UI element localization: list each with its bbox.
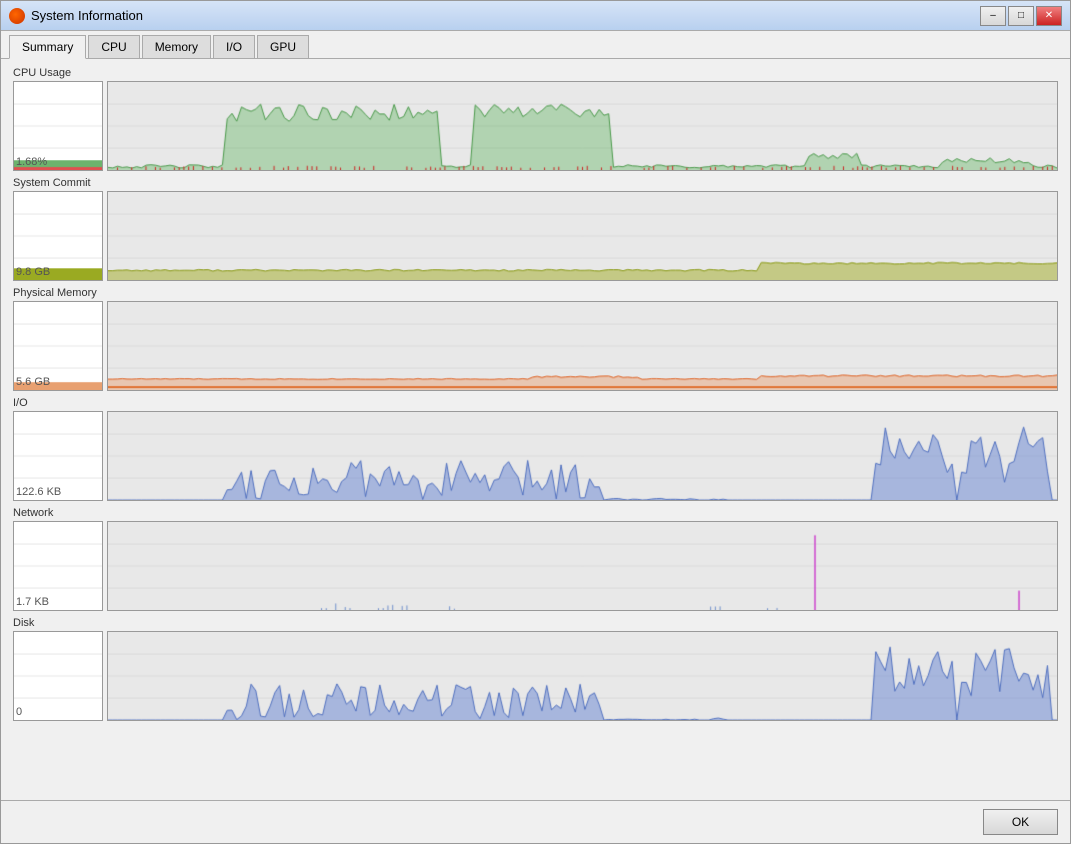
section-disk: Disk 0 (13, 617, 1058, 721)
io-title: I/O (13, 397, 1058, 409)
memory-main-graph (107, 301, 1058, 391)
physical-memory-title: Physical Memory (13, 287, 1058, 299)
tab-gpu[interactable]: GPU (257, 35, 309, 58)
commit-main-canvas (108, 192, 1057, 280)
main-window: System Information – □ ✕ Summary CPU Mem… (0, 0, 1071, 844)
network-main-canvas (108, 522, 1057, 610)
io-value: 122.6 KB (16, 486, 61, 498)
section-io: I/O 122.6 KB (13, 397, 1058, 501)
cpu-usage-title: CPU Usage (13, 67, 1058, 79)
maximize-button[interactable]: □ (1008, 6, 1034, 26)
section-physical-memory: Physical Memory 5.6 GB (13, 287, 1058, 391)
system-commit-row: 9.8 GB (13, 191, 1058, 281)
window-title: System Information (31, 8, 143, 23)
title-controls: – □ ✕ (980, 6, 1062, 26)
disk-mini-canvas (14, 632, 102, 720)
commit-main-graph (107, 191, 1058, 281)
tab-cpu[interactable]: CPU (88, 35, 139, 58)
disk-row: 0 (13, 631, 1058, 721)
tab-bar: Summary CPU Memory I/O GPU (1, 31, 1070, 59)
ok-button[interactable]: OK (983, 809, 1058, 835)
network-title: Network (13, 507, 1058, 519)
disk-main-graph (107, 631, 1058, 721)
tab-memory[interactable]: Memory (142, 35, 211, 58)
disk-title: Disk (13, 617, 1058, 629)
cpu-main-canvas (108, 82, 1057, 170)
section-network: Network 1.7 KB (13, 507, 1058, 611)
commit-mini-graph: 9.8 GB (13, 191, 103, 281)
cpu-usage-row: 1.68% (13, 81, 1058, 171)
network-main-graph (107, 521, 1058, 611)
cpu-mini-graph: 1.68% (13, 81, 103, 171)
disk-mini-graph: 0 (13, 631, 103, 721)
io-main-graph (107, 411, 1058, 501)
commit-value: 9.8 GB (16, 266, 50, 278)
tab-summary[interactable]: Summary (9, 35, 86, 59)
close-button[interactable]: ✕ (1036, 6, 1062, 26)
memory-main-canvas (108, 302, 1057, 390)
io-row: 122.6 KB (13, 411, 1058, 501)
app-icon (9, 8, 25, 24)
system-commit-title: System Commit (13, 177, 1058, 189)
section-cpu-usage: CPU Usage 1.68% (13, 67, 1058, 171)
disk-value: 0 (16, 706, 22, 718)
network-value: 1.7 KB (16, 596, 49, 608)
disk-main-canvas (108, 632, 1057, 720)
cpu-main-graph (107, 81, 1058, 171)
network-mini-graph: 1.7 KB (13, 521, 103, 611)
io-mini-graph: 122.6 KB (13, 411, 103, 501)
minimize-button[interactable]: – (980, 6, 1006, 26)
main-content: CPU Usage 1.68% System Commit 9.8 GB (1, 59, 1070, 800)
title-bar: System Information – □ ✕ (1, 1, 1070, 31)
io-main-canvas (108, 412, 1057, 500)
cpu-value: 1.68% (16, 156, 47, 168)
footer: OK (1, 800, 1070, 843)
section-system-commit: System Commit 9.8 GB (13, 177, 1058, 281)
physical-memory-row: 5.6 GB (13, 301, 1058, 391)
network-row: 1.7 KB (13, 521, 1058, 611)
memory-value: 5.6 GB (16, 376, 50, 388)
memory-mini-graph: 5.6 GB (13, 301, 103, 391)
tab-io[interactable]: I/O (213, 35, 255, 58)
title-bar-left: System Information (9, 8, 143, 24)
